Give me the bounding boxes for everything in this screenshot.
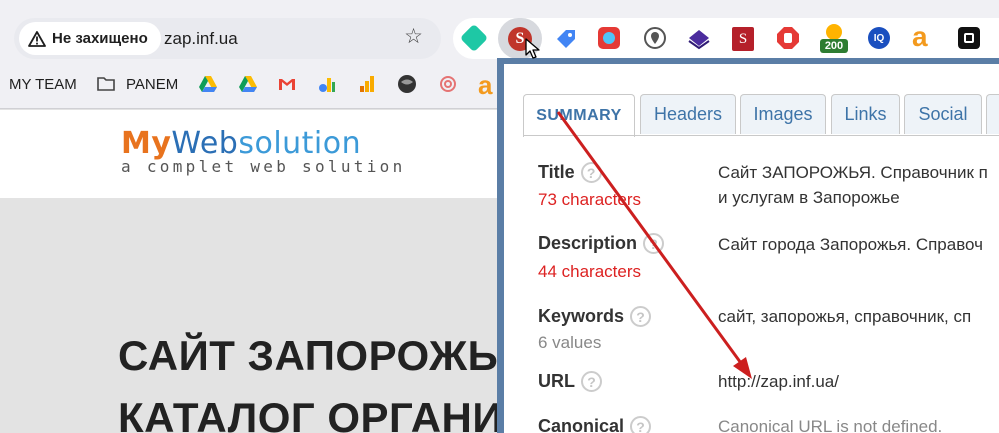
google-drive-icon-2[interactable] bbox=[238, 74, 258, 94]
globe-dark-icon[interactable] bbox=[397, 74, 417, 94]
canonical-label: Canonical bbox=[538, 416, 625, 433]
logo-tagline: a complet web solution bbox=[121, 157, 406, 176]
grammar-check-icon[interactable] bbox=[459, 23, 489, 53]
url-label: URL bbox=[538, 371, 575, 391]
a-letter-icon[interactable]: a bbox=[912, 23, 936, 51]
tab-summary[interactable]: SUMMARY bbox=[523, 94, 635, 137]
tab-more[interactable] bbox=[986, 94, 999, 134]
title-char-count: 73 characters bbox=[538, 190, 641, 209]
help-icon[interactable]: ? bbox=[643, 233, 665, 254]
s-extension-icon[interactable]: S bbox=[732, 27, 754, 51]
bookmark-my-team[interactable]: MY TEAM bbox=[9, 76, 77, 93]
logo-web: Web bbox=[171, 126, 239, 161]
logo-solution: solution bbox=[238, 126, 362, 161]
site-header: MyWebsolution a complet web solution bbox=[0, 110, 510, 198]
keywords-row-label: Keywords ? bbox=[538, 306, 652, 327]
url-value: http://zap.inf.ua/ bbox=[718, 372, 839, 391]
stop-hand-icon[interactable] bbox=[776, 26, 800, 50]
tab-divider bbox=[523, 135, 999, 136]
help-icon[interactable]: ? bbox=[630, 416, 652, 433]
tab-links[interactable]: Links bbox=[831, 94, 900, 134]
canonical-value: Canonical URL is not defined. bbox=[718, 417, 943, 433]
canonical-row-label: Canonical ? bbox=[538, 416, 652, 433]
tab-social[interactable]: Social bbox=[904, 94, 982, 134]
warning-icon bbox=[28, 30, 46, 47]
layers-icon[interactable] bbox=[687, 27, 711, 51]
screenshot-icon[interactable] bbox=[598, 27, 620, 49]
help-icon[interactable]: ? bbox=[580, 162, 602, 183]
url-row-label: URL ? bbox=[538, 371, 602, 392]
browser-toolbar: Не захищено zap.inf.ua ☆ S S 200 IQ a bbox=[0, 0, 999, 62]
google-drive-icon[interactable] bbox=[198, 74, 218, 94]
hero-section: САЙТ ЗАПОРОЖЬ КАТАЛОГ ОРГАНИ bbox=[0, 198, 510, 433]
bookmark-panem[interactable]: PANEM bbox=[126, 76, 178, 93]
location-icon[interactable] bbox=[643, 26, 667, 50]
description-char-count: 44 characters bbox=[538, 262, 641, 281]
analytics-icon[interactable] bbox=[357, 74, 377, 94]
description-label: Description bbox=[538, 233, 638, 253]
help-icon[interactable]: ? bbox=[630, 306, 652, 327]
popup-tabs: SUMMARY Headers Images Links Social bbox=[523, 94, 999, 137]
security-label: Не захищено bbox=[52, 30, 148, 47]
mouse-cursor-icon bbox=[525, 38, 540, 59]
keywords-value: сайт, запорожья, справочник, сп bbox=[718, 307, 972, 326]
looker-studio-icon[interactable] bbox=[317, 74, 337, 94]
url-text[interactable]: zap.inf.ua bbox=[164, 29, 238, 49]
iq-icon[interactable]: IQ bbox=[868, 27, 890, 49]
description-value: Сайт города Запорожья. Справоч bbox=[718, 235, 983, 254]
security-indicator[interactable]: Не захищено bbox=[19, 22, 161, 55]
tab-images[interactable]: Images bbox=[740, 94, 826, 134]
chip-icon[interactable] bbox=[958, 27, 980, 49]
hero-title-line2: КАТАЛОГ ОРГАНИ bbox=[118, 394, 504, 433]
keywords-label: Keywords bbox=[538, 306, 625, 326]
help-icon[interactable]: ? bbox=[581, 371, 602, 392]
folder-icon bbox=[97, 77, 115, 91]
site-logo[interactable]: MyWebsolution a complet web solution bbox=[121, 126, 406, 176]
title-value-line2: и услугам в Запорожье bbox=[718, 188, 900, 207]
seo-extension-popup: SUMMARY Headers Images Links Social Titl… bbox=[497, 58, 999, 433]
tab-headers[interactable]: Headers bbox=[640, 94, 736, 134]
address-bar[interactable]: Не захищено zap.inf.ua ☆ bbox=[14, 18, 441, 59]
popup-content: SUMMARY Headers Images Links Social Titl… bbox=[504, 64, 999, 433]
gmail-icon[interactable] bbox=[277, 74, 297, 94]
title-label: Title bbox=[538, 162, 575, 182]
title-row-label: Title ? bbox=[538, 162, 602, 183]
keywords-count: 6 values bbox=[538, 333, 602, 352]
a-bookmark-icon[interactable]: a bbox=[478, 70, 492, 101]
counter-badge-icon[interactable]: 200 bbox=[820, 24, 848, 54]
title-value-line1: Сайт ЗАПОРОЖЬЯ. Справочник п bbox=[718, 163, 988, 182]
logo-my: My bbox=[121, 126, 172, 161]
description-row-label: Description ? bbox=[538, 233, 665, 254]
hero-title-line1: САЙТ ЗАПОРОЖЬ bbox=[118, 332, 499, 379]
bookmark-star-icon[interactable]: ☆ bbox=[404, 26, 423, 47]
tag-icon[interactable] bbox=[554, 27, 578, 51]
at-sign-icon[interactable] bbox=[438, 74, 458, 94]
